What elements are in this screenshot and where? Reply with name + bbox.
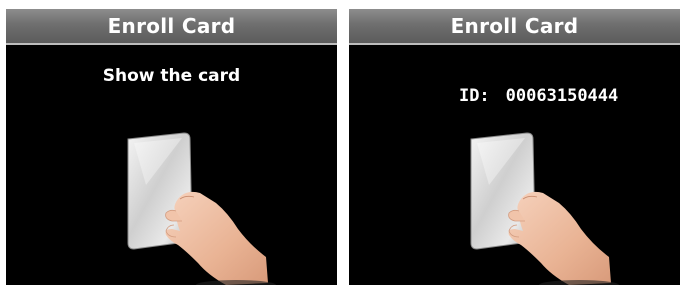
card-id-row: ID: 00063150444	[418, 66, 618, 126]
enroll-card-screen-result: Enroll Card ID: 00063150444	[349, 9, 680, 285]
show-card-prompt: Show the card	[102, 66, 241, 86]
card-id-value: 00063150444	[505, 86, 619, 106]
title-bar: Enroll Card	[349, 9, 680, 45]
hand-holding-card-icon	[470, 132, 619, 285]
hand-holding-card-icon	[127, 132, 276, 285]
enroll-card-screen-prompt: Enroll Card Show the card	[6, 9, 337, 285]
screen-title: Enroll Card	[450, 14, 579, 38]
screen-title: Enroll Card	[107, 14, 236, 38]
title-bar: Enroll Card	[6, 9, 337, 45]
card-id-label: ID:	[458, 86, 490, 106]
